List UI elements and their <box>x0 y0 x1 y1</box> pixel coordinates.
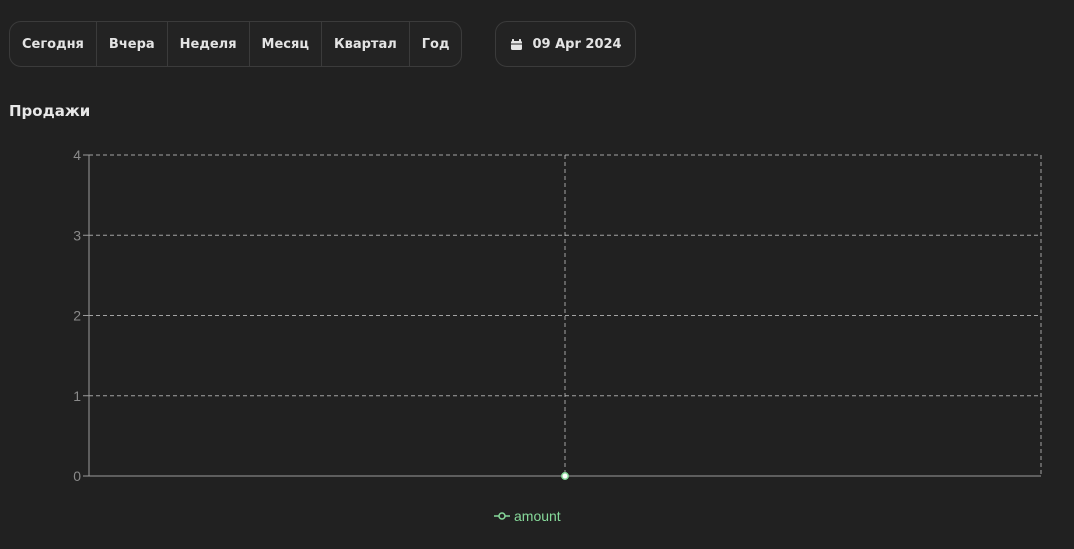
y-tick-label: 0 <box>73 468 81 484</box>
date-picker-button[interactable]: 09 Apr 2024 <box>495 21 636 67</box>
toolbar: Сегодня Вчера Неделя Месяц Квартал Год 09 Apr… <box>9 21 636 67</box>
section-title: Продажи <box>9 102 91 120</box>
y-tick-label: 3 <box>73 227 81 243</box>
y-tick-label: 4 <box>73 147 81 163</box>
period-button[interactable]: Сегодня <box>10 22 97 66</box>
period-button[interactable]: Неделя <box>168 22 250 66</box>
period-button[interactable]: Месяц <box>250 22 322 66</box>
calendar-icon <box>510 38 523 51</box>
data-point <box>561 472 569 480</box>
y-tick-label: 1 <box>73 388 81 404</box>
period-button[interactable]: Вчера <box>97 22 168 66</box>
period-button[interactable]: Год <box>410 22 462 66</box>
period-selector: Сегодня Вчера Неделя Месяц Квартал Год <box>9 21 463 67</box>
y-tick-label: 2 <box>73 308 81 324</box>
chart-legend[interactable]: amount <box>494 508 561 524</box>
period-button[interactable]: Квартал <box>322 22 410 66</box>
sales-chart: 0 1 2 3 4 <box>73 147 1042 484</box>
legend-line-marker-icon <box>494 511 510 521</box>
date-label: 09 Apr 2024 <box>532 36 622 52</box>
legend-series-name: amount <box>514 508 561 524</box>
